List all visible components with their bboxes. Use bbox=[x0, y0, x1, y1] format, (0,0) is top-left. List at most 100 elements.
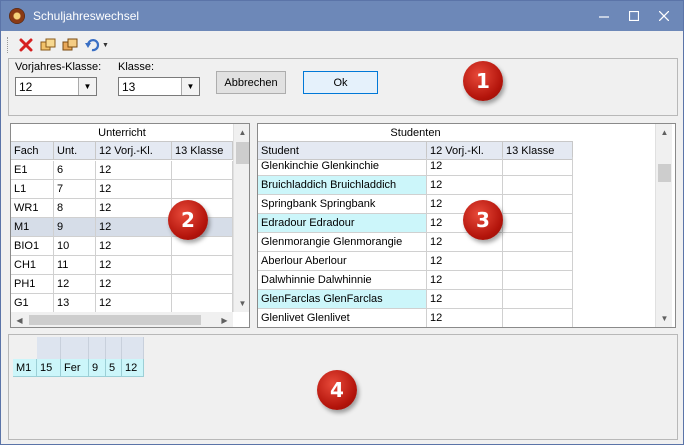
unterricht-column-header[interactable]: 12 Vorj.-Kl. bbox=[96, 142, 172, 160]
table-row[interactable]: Glenlivet Glenlivet 12 bbox=[258, 309, 573, 327]
table-cell[interactable]: 12 bbox=[427, 252, 503, 271]
undo-button[interactable] bbox=[82, 35, 102, 55]
table-cell[interactable]: 12 bbox=[427, 176, 503, 195]
unterricht-column-header[interactable]: 13 Klasse bbox=[172, 142, 233, 160]
unterricht-column-header[interactable]: Fach bbox=[11, 142, 54, 160]
table-cell[interactable] bbox=[503, 271, 573, 290]
table-cell[interactable] bbox=[503, 176, 573, 195]
detail-column-header[interactable] bbox=[106, 337, 122, 359]
table-cell[interactable]: CH1 bbox=[11, 256, 54, 275]
table-cell[interactable]: 12 bbox=[427, 290, 503, 309]
table-row[interactable]: Edradour Edradour 12 bbox=[258, 214, 573, 233]
toolbar-grip[interactable] bbox=[7, 37, 10, 53]
scroll-down-icon[interactable]: ▼ bbox=[234, 295, 249, 312]
table-cell[interactable] bbox=[172, 294, 233, 313]
scroll-thumb[interactable] bbox=[658, 164, 671, 182]
table-cell[interactable]: 13 bbox=[54, 294, 96, 313]
chevron-down-icon[interactable]: ▼ bbox=[78, 78, 96, 95]
table-cell[interactable]: 12 bbox=[96, 256, 172, 275]
table-cell[interactable]: M1 bbox=[11, 218, 54, 237]
table-row[interactable]: Aberlour Aberlour 12 bbox=[258, 252, 573, 271]
chevron-down-icon[interactable]: ▼ bbox=[181, 78, 199, 95]
table-cell[interactable] bbox=[503, 195, 573, 214]
scroll-right-icon[interactable]: ▶ bbox=[216, 312, 233, 327]
table-cell[interactable] bbox=[503, 214, 573, 233]
scroll-thumb[interactable] bbox=[29, 315, 201, 325]
table-cell[interactable]: Glenkinchie Glenkinchie bbox=[258, 157, 427, 176]
table-cell[interactable]: 12 bbox=[96, 237, 172, 256]
title-bar[interactable]: Schuljahreswechsel bbox=[1, 1, 683, 31]
table-row[interactable]: Glenmorangie Glenmorangie 12 bbox=[258, 233, 573, 252]
table-cell[interactable]: 12 bbox=[96, 161, 172, 180]
table-cell[interactable] bbox=[172, 275, 233, 294]
table-cell[interactable]: 12 bbox=[427, 271, 503, 290]
table-cell[interactable] bbox=[172, 180, 233, 199]
table-cell[interactable]: 12 bbox=[96, 218, 172, 237]
table-row[interactable]: Bruichladdich Bruichladdich 12 bbox=[258, 176, 573, 195]
table-cell[interactable]: BIO1 bbox=[11, 237, 54, 256]
table-cell[interactable]: WR1 bbox=[11, 199, 54, 218]
scroll-up-icon[interactable]: ▲ bbox=[234, 124, 249, 141]
table-cell[interactable]: Dalwhinnie Dalwhinnie bbox=[258, 271, 427, 290]
minimize-button[interactable] bbox=[589, 1, 619, 31]
table-cell[interactable]: 7 bbox=[54, 180, 96, 199]
table-cell[interactable] bbox=[503, 309, 573, 327]
table-cell[interactable]: 12 bbox=[427, 157, 503, 176]
table-cell[interactable]: L1 bbox=[11, 180, 54, 199]
ok-button[interactable]: Ok bbox=[303, 71, 378, 94]
table-row[interactable]: Glenkinchie Glenkinchie 12 bbox=[258, 157, 573, 176]
scroll-down-icon[interactable]: ▼ bbox=[656, 310, 673, 327]
table-cell[interactable] bbox=[503, 252, 573, 271]
table-cell[interactable]: 12 bbox=[96, 275, 172, 294]
table-cell[interactable]: G1 bbox=[11, 294, 54, 313]
table-row[interactable]: BIO1 10 12 bbox=[11, 237, 233, 256]
table-cell[interactable]: 12 bbox=[96, 199, 172, 218]
detail-column-header[interactable] bbox=[122, 337, 144, 359]
table-cell[interactable] bbox=[172, 237, 233, 256]
table-cell[interactable]: Glenmorangie Glenmorangie bbox=[258, 233, 427, 252]
table-cell[interactable] bbox=[503, 157, 573, 176]
scroll-up-icon[interactable]: ▲ bbox=[656, 124, 673, 141]
table-cell[interactable]: 12 bbox=[96, 294, 172, 313]
table-cell[interactable]: 12 bbox=[427, 309, 503, 327]
class-select[interactable]: 13 ▼ bbox=[118, 77, 200, 96]
scroll-thumb[interactable] bbox=[236, 142, 249, 164]
table-cell[interactable]: 8 bbox=[54, 199, 96, 218]
undo-dropdown-icon[interactable]: ▼ bbox=[102, 42, 109, 49]
table-row[interactable]: Springbank Springbank 12 bbox=[258, 195, 573, 214]
prev-class-select[interactable]: 12 ▼ bbox=[15, 77, 97, 96]
copy-button[interactable] bbox=[38, 35, 58, 55]
detail-column-header[interactable] bbox=[61, 337, 89, 359]
table-cell[interactable]: Edradour Edradour bbox=[258, 214, 427, 233]
table-cell[interactable] bbox=[503, 290, 573, 309]
detail-column-header[interactable] bbox=[37, 337, 61, 359]
detail-cell[interactable]: 9 bbox=[89, 359, 106, 377]
scroll-left-icon[interactable]: ◀ bbox=[11, 312, 28, 327]
table-cell[interactable]: 6 bbox=[54, 161, 96, 180]
delete-button[interactable] bbox=[16, 35, 36, 55]
maximize-button[interactable] bbox=[619, 1, 649, 31]
table-row[interactable]: PH1 12 12 bbox=[11, 275, 233, 294]
detail-cell[interactable]: Fer bbox=[61, 359, 89, 377]
cancel-button[interactable]: Abbrechen bbox=[216, 71, 286, 94]
table-cell[interactable] bbox=[503, 233, 573, 252]
detail-column-header[interactable] bbox=[89, 337, 106, 359]
unterricht-vertical-scrollbar[interactable]: ▲ ▼ bbox=[233, 124, 249, 312]
copy-alt-button[interactable] bbox=[60, 35, 80, 55]
detail-cell[interactable]: 12 bbox=[122, 359, 144, 377]
detail-cell[interactable]: 15 bbox=[37, 359, 61, 377]
table-cell[interactable]: Bruichladdich Bruichladdich bbox=[258, 176, 427, 195]
unterricht-horizontal-scrollbar[interactable]: ◀ ▶ bbox=[11, 312, 233, 327]
table-row[interactable]: Dalwhinnie Dalwhinnie 12 bbox=[258, 271, 573, 290]
table-cell[interactable]: Springbank Springbank bbox=[258, 195, 427, 214]
table-row[interactable]: L1 7 12 bbox=[11, 180, 233, 199]
table-cell[interactable]: GlenFarclas GlenFarclas bbox=[258, 290, 427, 309]
table-cell[interactable]: Aberlour Aberlour bbox=[258, 252, 427, 271]
table-cell[interactable]: PH1 bbox=[11, 275, 54, 294]
close-button[interactable] bbox=[649, 1, 679, 31]
table-row[interactable]: E1 6 12 bbox=[11, 161, 233, 180]
table-cell[interactable]: 10 bbox=[54, 237, 96, 256]
table-cell[interactable]: E1 bbox=[11, 161, 54, 180]
detail-cell[interactable]: M1 bbox=[13, 359, 37, 377]
studenten-vertical-scrollbar[interactable]: ▲ ▼ bbox=[655, 124, 672, 327]
